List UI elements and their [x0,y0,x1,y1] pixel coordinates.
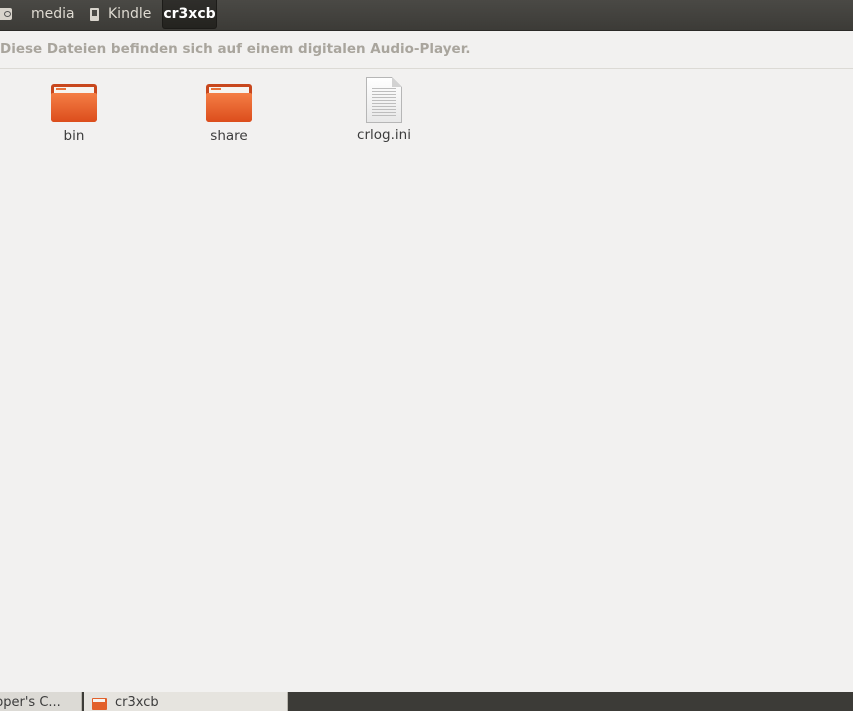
taskbar-item[interactable]: pper's C... [0,692,82,711]
file-name: share [210,128,248,144]
breadcrumb-current[interactable]: cr3xcb [162,0,217,29]
taskbar-item-label: pper's C... [0,695,61,710]
breadcrumb-label: media [31,6,75,22]
breadcrumb-kindle[interactable]: Kindle [90,0,151,28]
kindle-device-icon [90,7,99,21]
drive-icon [0,8,12,20]
breadcrumb-label: cr3xcb [163,6,216,22]
file-item-bin[interactable]: bin [24,84,124,144]
text-file-icon [366,77,402,123]
file-item-share[interactable]: share [179,84,279,144]
folder-icon [92,698,107,710]
file-view[interactable]: bin share crlog.ini [0,69,853,692]
file-name: crlog.ini [357,127,411,143]
info-bar: Diese Dateien befinden sich auf einem di… [0,31,853,69]
info-message: Diese Dateien befinden sich auf einem di… [0,41,471,57]
file-name: bin [63,128,85,144]
taskbar: pper's C... cr3xcb [0,692,853,711]
breadcrumb-media[interactable]: media [31,0,75,28]
taskbar-item-cr3xcb[interactable]: cr3xcb [84,692,288,711]
folder-icon [206,84,252,124]
breadcrumb-label: Kindle [108,6,152,22]
breadcrumb-root[interactable] [0,0,18,28]
taskbar-item-label: cr3xcb [115,695,159,710]
folder-icon [51,84,97,124]
breadcrumb-bar: media Kindle cr3xcb [0,0,853,31]
file-item-crlog-ini[interactable]: crlog.ini [334,77,434,143]
